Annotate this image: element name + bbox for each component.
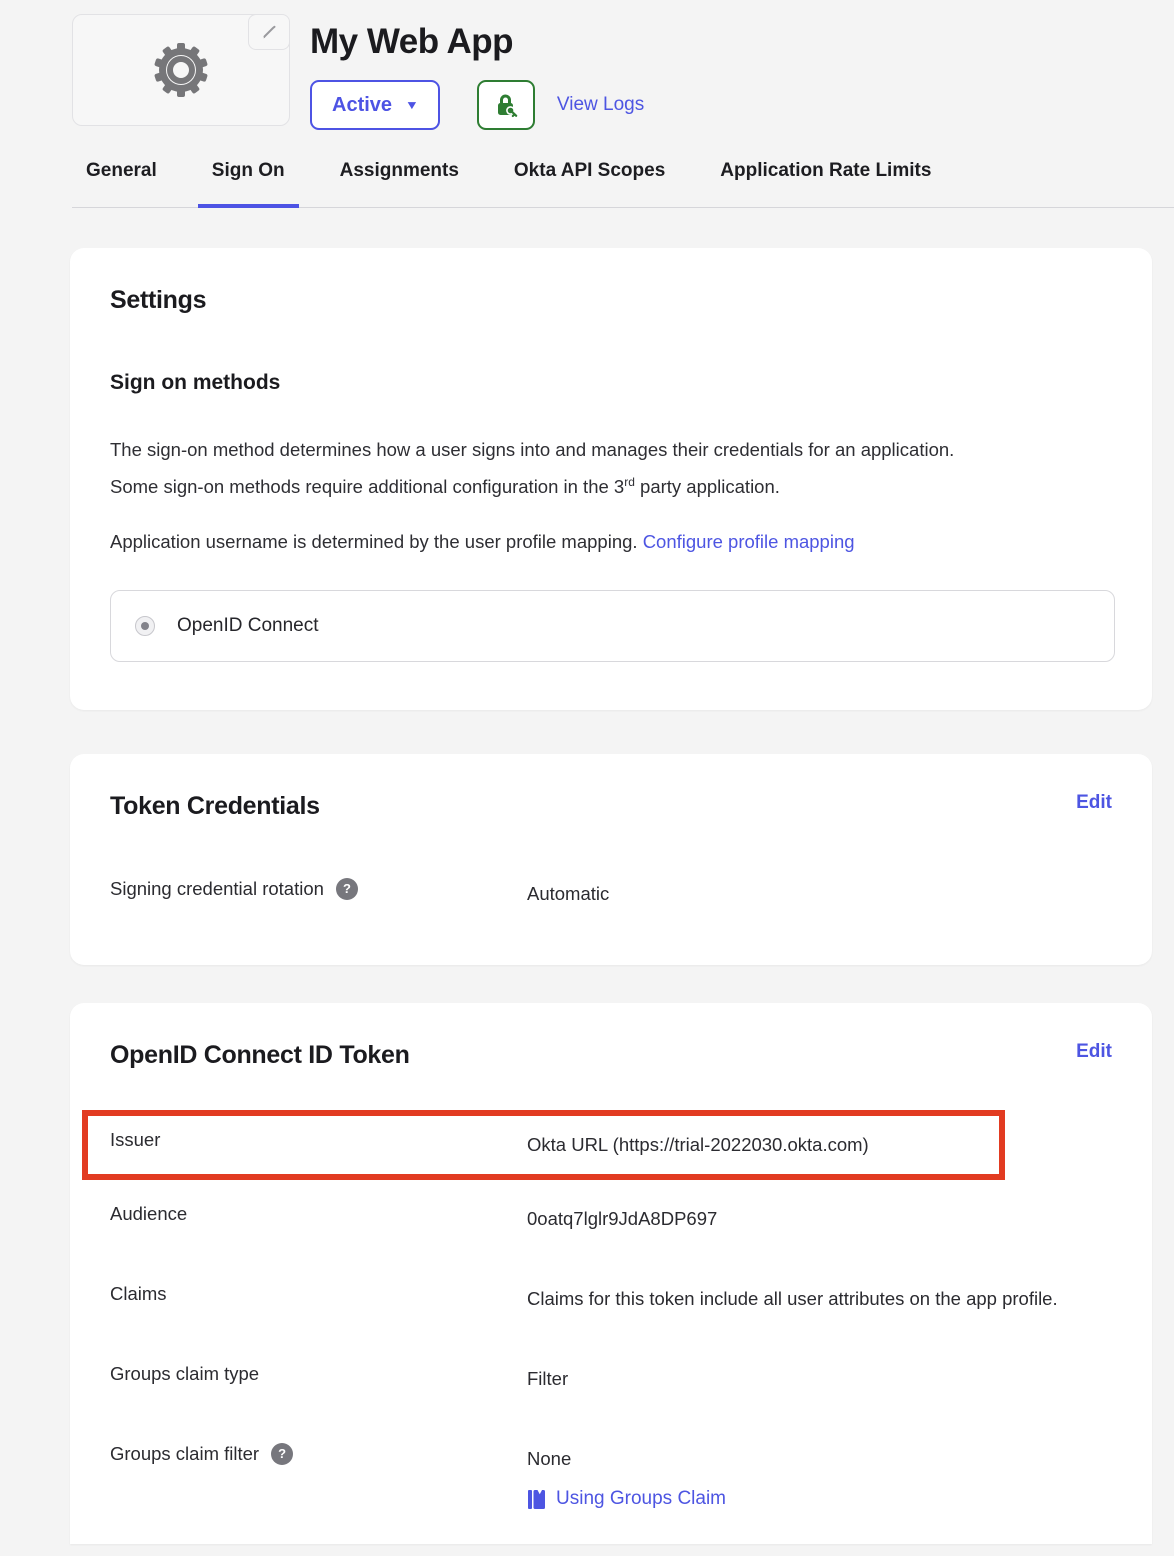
ordinal-superscript: rd <box>624 475 635 489</box>
groups-claim-filter-row: Groups claim filter ? None Using Groups … <box>110 1440 1112 1514</box>
row-label-text: Audience <box>110 1200 187 1228</box>
lock-with-key-icon <box>493 92 519 118</box>
groups-claim-filter-value: None Using Groups Claim <box>527 1440 726 1514</box>
audience-row: Audience 0oatq7lglr9JdA8DP697 <box>110 1200 1112 1238</box>
row-label-text: Claims <box>110 1280 167 1308</box>
row-label: Groups claim type <box>110 1360 527 1388</box>
header-actions: Active ▼ View Logs <box>310 80 644 130</box>
app-header: My Web App Active ▼ View Logs <box>0 0 1174 160</box>
pencil-icon <box>260 23 278 41</box>
doc-link-label: Using Groups Claim <box>556 1484 726 1514</box>
id-token-title: OpenID Connect ID Token <box>110 1041 410 1070</box>
token-credentials-edit-button[interactable]: Edit <box>1076 792 1112 814</box>
issuer-row: Issuer Okta URL (https://trial-2022030.o… <box>110 1126 999 1164</box>
app-logo-box <box>72 14 290 126</box>
audience-value: 0oatq7lglr9JdA8DP697 <box>527 1200 717 1238</box>
id-token-edit-button[interactable]: Edit <box>1076 1041 1112 1063</box>
status-label: Active <box>332 94 392 117</box>
row-value: Automatic <box>527 875 609 913</box>
radio-selected-icon[interactable] <box>135 616 155 636</box>
sign-on-methods-heading: Sign on methods <box>110 371 1112 395</box>
sign-on-methods-description: The sign-on method determines how a user… <box>110 433 970 503</box>
row-label-text: Issuer <box>110 1126 160 1154</box>
id-token-rows: Issuer Okta URL (https://trial-2022030.o… <box>110 1110 1112 1514</box>
filter-value-text: None <box>527 1440 726 1478</box>
row-label-text: Groups claim filter <box>110 1440 259 1468</box>
sign-on-policy-button[interactable] <box>477 80 535 130</box>
help-icon[interactable]: ? <box>336 878 358 900</box>
status-dropdown-button[interactable]: Active ▼ <box>310 80 440 130</box>
claims-value: Claims for this token include all user a… <box>527 1280 1058 1318</box>
row-label: Signing credential rotation ? <box>110 875 527 903</box>
view-logs-link[interactable]: View Logs <box>557 94 644 116</box>
token-credentials-card: Token Credentials Edit Signing credentia… <box>70 754 1152 965</box>
claims-row: Claims Claims for this token include all… <box>110 1280 1112 1318</box>
settings-card-title: Settings <box>110 286 1112 315</box>
row-label: Claims <box>110 1280 527 1308</box>
mapping-text: Application username is determined by th… <box>110 531 643 552</box>
description-text-tail: party application. <box>635 476 780 497</box>
openid-connect-id-token-card: OpenID Connect ID Token Edit Issuer Okta… <box>70 1003 1152 1544</box>
issuer-value: Okta URL (https://trial-2022030.okta.com… <box>527 1126 869 1164</box>
tab-assignments[interactable]: Assignments <box>326 160 473 207</box>
sign-on-method-label: OpenID Connect <box>177 615 319 637</box>
tab-sign-on[interactable]: Sign On <box>198 160 299 207</box>
description-text: The sign-on method determines how a user… <box>110 439 954 497</box>
book-icon <box>527 1489 546 1510</box>
groups-claim-type-row: Groups claim type Filter <box>110 1360 1112 1398</box>
row-label-text: Groups claim type <box>110 1360 259 1388</box>
groups-claim-type-value: Filter <box>527 1360 568 1398</box>
configure-profile-mapping-link[interactable]: Configure profile mapping <box>643 531 855 552</box>
tab-general[interactable]: General <box>72 160 171 207</box>
edit-logo-button[interactable] <box>248 14 290 50</box>
row-label: Issuer <box>110 1126 527 1154</box>
username-mapping-description: Application username is determined by th… <box>110 525 970 558</box>
row-label: Audience <box>110 1200 527 1228</box>
tab-application-rate-limits[interactable]: Application Rate Limits <box>706 160 945 207</box>
page-title: My Web App <box>310 22 513 62</box>
settings-card: Settings Sign on methods The sign-on met… <box>70 248 1152 710</box>
row-label-text: Signing credential rotation <box>110 875 324 903</box>
using-groups-claim-link[interactable]: Using Groups Claim <box>527 1484 726 1514</box>
app-tabbar: General Sign On Assignments Okta API Sco… <box>72 160 1174 208</box>
gear-icon <box>148 37 214 103</box>
help-icon[interactable]: ? <box>271 1443 293 1465</box>
issuer-annotation-box: Issuer Okta URL (https://trial-2022030.o… <box>82 1110 1005 1180</box>
chevron-down-icon: ▼ <box>405 98 419 112</box>
row-label: Groups claim filter ? <box>110 1440 527 1468</box>
token-credentials-title: Token Credentials <box>110 792 320 821</box>
signing-credential-rotation-row: Signing credential rotation ? Automatic <box>110 875 1112 913</box>
tab-okta-api-scopes[interactable]: Okta API Scopes <box>500 160 679 207</box>
sign-on-method-option[interactable]: OpenID Connect <box>110 590 1115 662</box>
